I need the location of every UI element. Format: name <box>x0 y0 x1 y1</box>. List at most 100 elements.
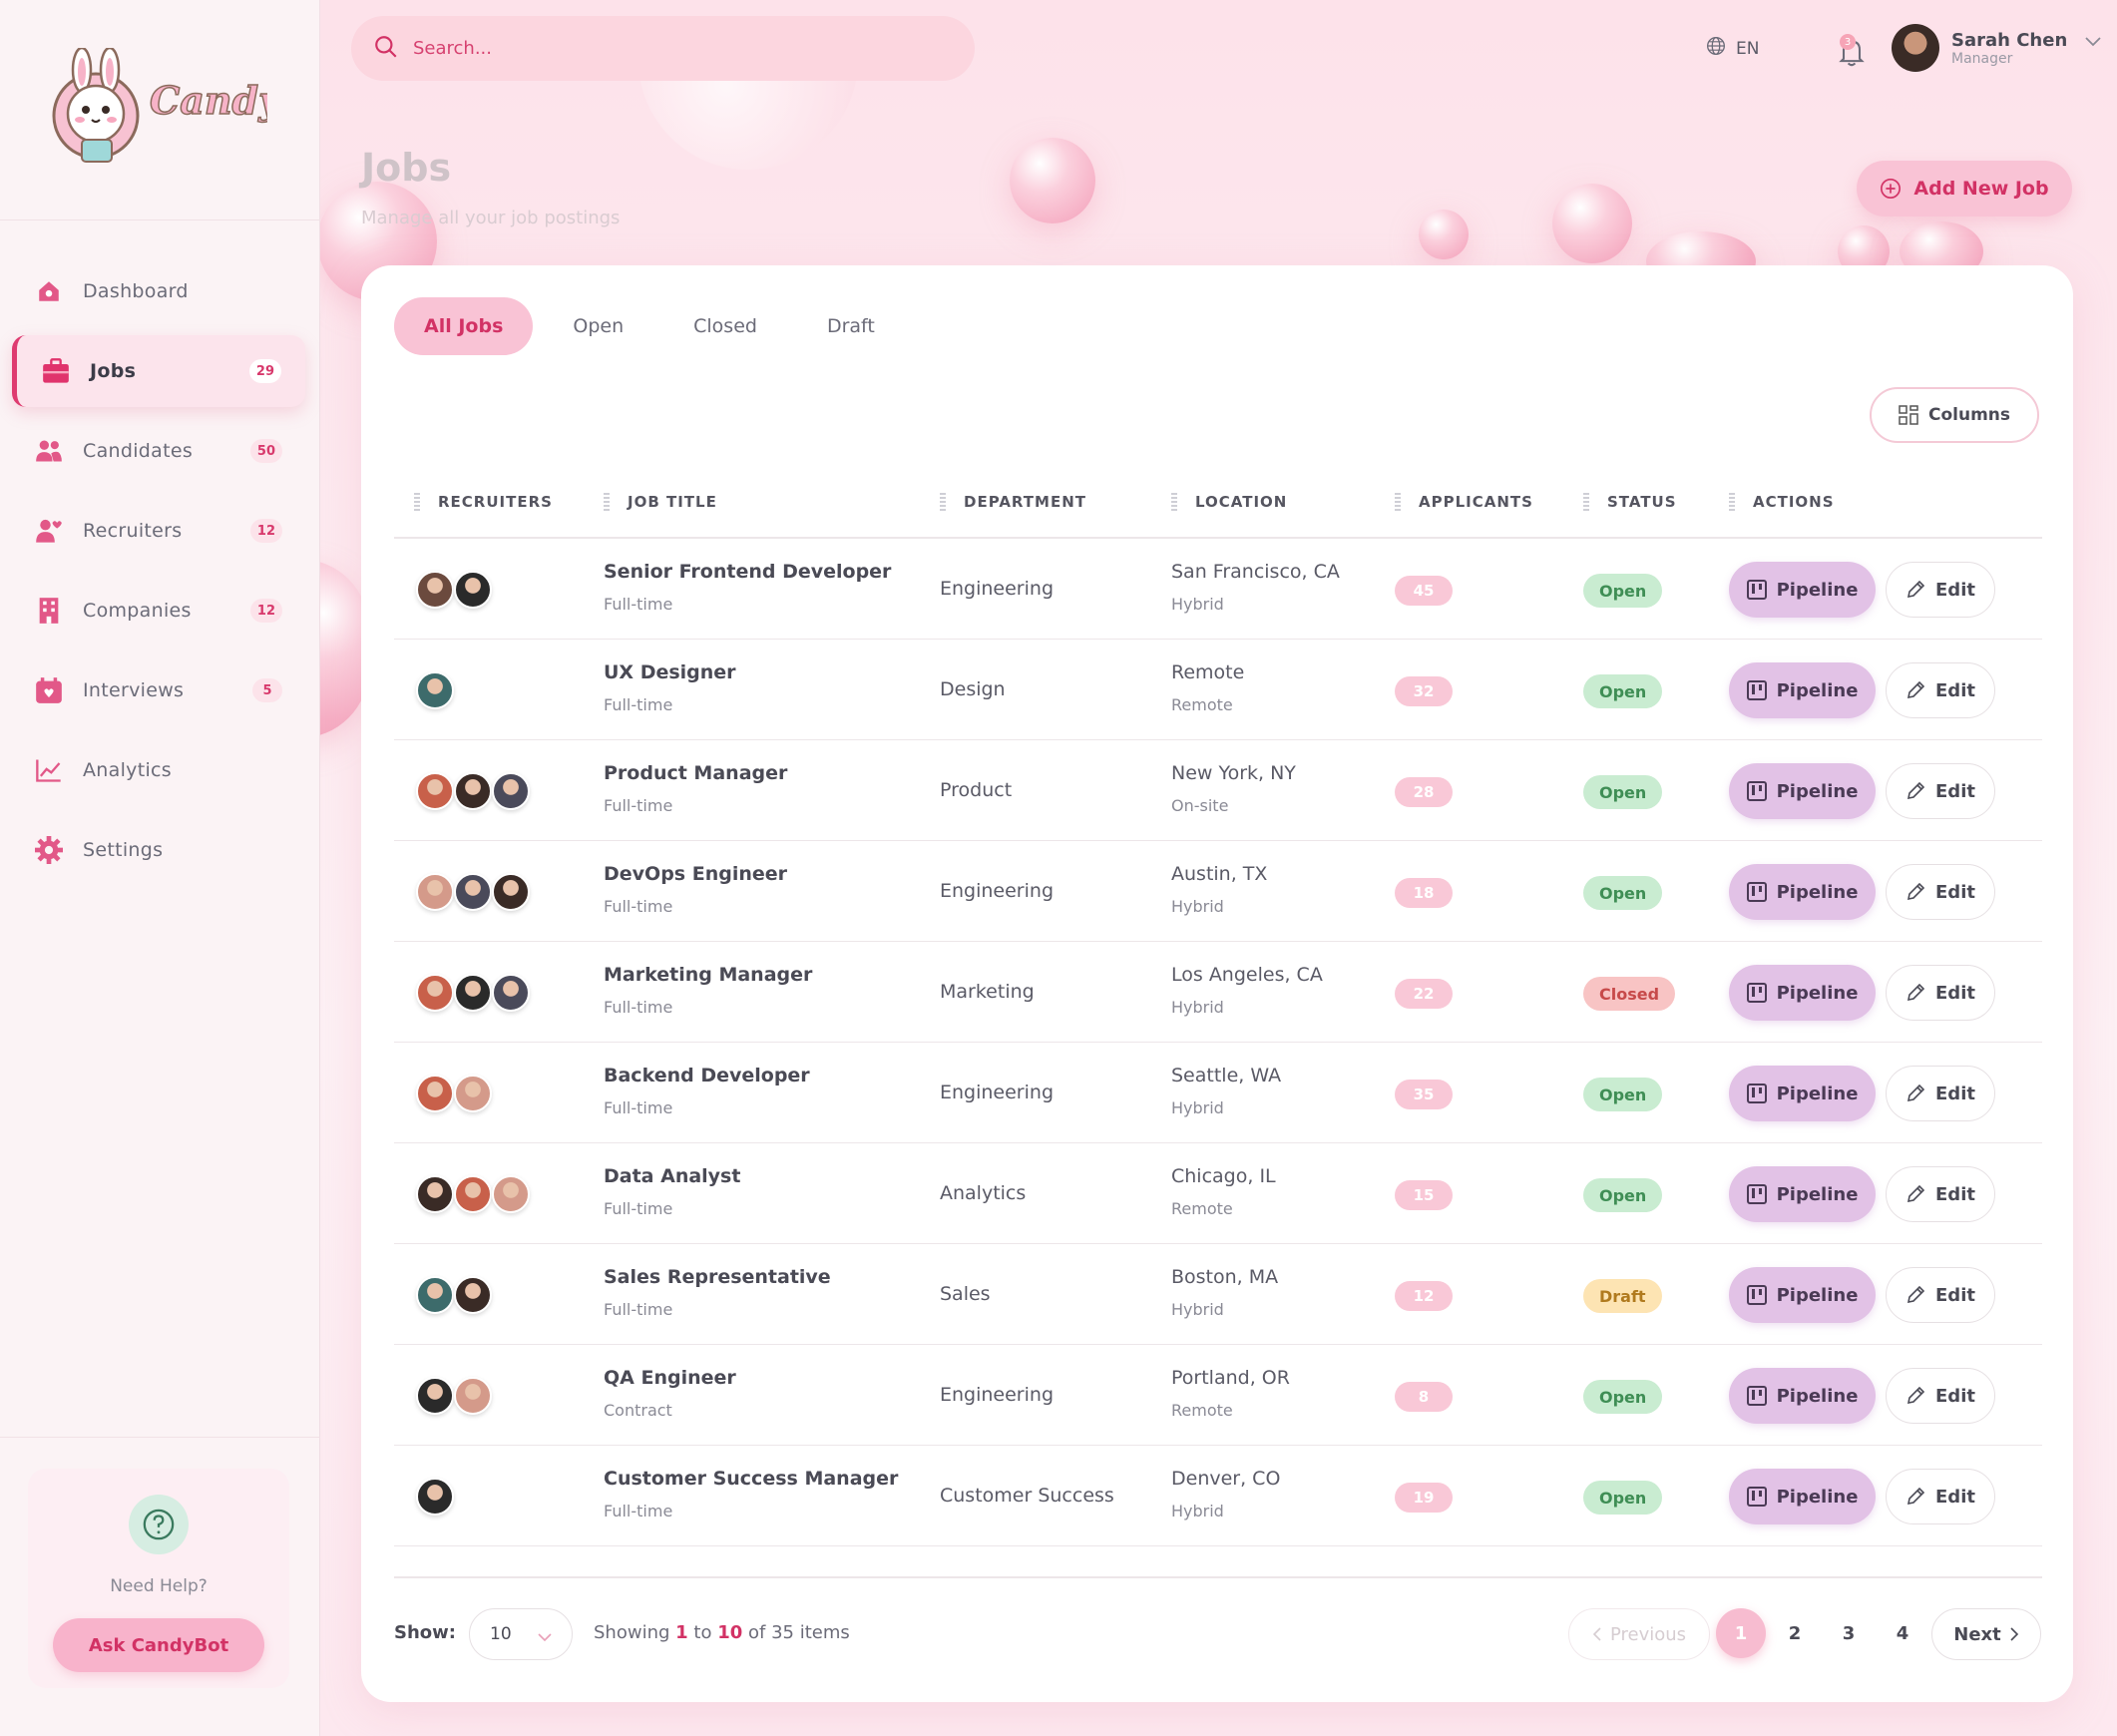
drag-handle-icon[interactable] <box>604 493 610 511</box>
table-row[interactable]: Sales Representative Full-time Sales Bos… <box>394 1244 2042 1345</box>
edit-button[interactable]: Edit <box>1886 662 1995 718</box>
table-row[interactable]: Data Analyst Full-time Analytics Chicago… <box>394 1143 2042 1244</box>
page-size-select[interactable]: 10 <box>469 1608 573 1660</box>
table-row[interactable]: DevOps Engineer Full-time Engineering Au… <box>394 841 2042 942</box>
edit-button[interactable]: Edit <box>1886 1166 1995 1222</box>
job-title[interactable]: Product Manager <box>604 762 787 784</box>
avatar[interactable] <box>454 772 492 810</box>
sidebar-item-settings[interactable]: Settings <box>0 814 320 886</box>
table-row[interactable]: Product Manager Full-time Product New Yo… <box>394 740 2042 841</box>
avatar[interactable] <box>416 873 454 911</box>
pipeline-button[interactable]: Pipeline <box>1729 1267 1876 1323</box>
table-row[interactable]: Senior Frontend Developer Full-time Engi… <box>394 539 2042 640</box>
search-bar[interactable] <box>351 16 975 81</box>
page-button-1[interactable]: 1 <box>1716 1608 1766 1658</box>
tab-closed[interactable]: Closed <box>663 297 787 355</box>
language-selector[interactable]: EN <box>1706 36 1759 61</box>
job-title[interactable]: Marketing Manager <box>604 964 812 986</box>
avatar[interactable] <box>416 974 454 1012</box>
tab-draft[interactable]: Draft <box>797 297 905 355</box>
job-title[interactable]: DevOps Engineer <box>604 863 787 885</box>
job-title[interactable]: UX Designer <box>604 661 736 683</box>
avatar[interactable] <box>492 974 530 1012</box>
avatar[interactable] <box>416 1175 454 1213</box>
pipeline-button[interactable]: Pipeline <box>1729 965 1876 1021</box>
tab-open[interactable]: Open <box>543 297 653 355</box>
avatar[interactable] <box>492 1175 530 1213</box>
page-button-4[interactable]: 4 <box>1878 1608 1927 1658</box>
pipeline-button[interactable]: Pipeline <box>1729 864 1876 920</box>
ask-candybot-button[interactable]: Ask CandyBot <box>53 1618 264 1672</box>
search-input[interactable] <box>413 38 912 59</box>
drag-handle-icon[interactable] <box>940 493 946 511</box>
column-header-location[interactable]: LOCATION <box>1171 493 1287 511</box>
column-header-department[interactable]: DEPARTMENT <box>940 493 1086 511</box>
edit-button[interactable]: Edit <box>1886 1469 1995 1524</box>
drag-handle-icon[interactable] <box>1729 493 1735 511</box>
candy-hire-logo[interactable]: Candy Hire <box>46 48 267 174</box>
sidebar-item-dashboard[interactable]: Dashboard <box>0 255 320 327</box>
avatar[interactable] <box>454 974 492 1012</box>
pipeline-button[interactable]: Pipeline <box>1729 562 1876 618</box>
pipeline-button[interactable]: Pipeline <box>1729 662 1876 718</box>
drag-handle-icon[interactable] <box>1171 493 1177 511</box>
column-header-status[interactable]: STATUS <box>1583 493 1677 511</box>
avatar[interactable] <box>492 772 530 810</box>
edit-button[interactable]: Edit <box>1886 763 1995 819</box>
column-header-recruiters[interactable]: RECRUITERS <box>414 493 553 511</box>
avatar[interactable] <box>416 772 454 810</box>
table-row[interactable]: Backend Developer Full-time Engineering … <box>394 1043 2042 1143</box>
table-row[interactable]: UX Designer Full-time Design Remote Remo… <box>394 640 2042 740</box>
avatar[interactable] <box>492 873 530 911</box>
tab-all-jobs[interactable]: All Jobs <box>394 297 534 355</box>
column-header-job-title[interactable]: JOB TITLE <box>604 493 717 511</box>
avatar[interactable] <box>454 1276 492 1314</box>
sidebar-item-analytics[interactable]: Analytics <box>0 734 320 806</box>
table-row[interactable]: Customer Success Manager Full-time Custo… <box>394 1446 2042 1546</box>
drag-handle-icon[interactable] <box>1583 493 1589 511</box>
sidebar-item-jobs[interactable]: Jobs 29 <box>12 335 305 407</box>
job-title[interactable]: Sales Representative <box>604 1266 831 1288</box>
edit-button[interactable]: Edit <box>1886 1066 1995 1121</box>
sidebar-item-candidates[interactable]: Candidates 50 <box>0 415 320 487</box>
previous-page-button[interactable]: Previous <box>1568 1608 1710 1660</box>
next-page-button[interactable]: Next <box>1931 1608 2041 1660</box>
edit-button[interactable]: Edit <box>1886 965 1995 1021</box>
drag-handle-icon[interactable] <box>1395 493 1401 511</box>
avatar[interactable] <box>454 1175 492 1213</box>
pipeline-button[interactable]: Pipeline <box>1729 1368 1876 1424</box>
add-new-job-button[interactable]: Add New Job <box>1857 161 2072 217</box>
avatar[interactable] <box>416 1377 454 1415</box>
drag-handle-icon[interactable] <box>414 493 420 511</box>
user-menu[interactable]: Sarah Chen Manager <box>1892 24 2101 72</box>
avatar[interactable] <box>416 1276 454 1314</box>
edit-button[interactable]: Edit <box>1886 562 1995 618</box>
edit-button[interactable]: Edit <box>1886 1267 1995 1323</box>
edit-button[interactable]: Edit <box>1886 1368 1995 1424</box>
pipeline-button[interactable]: Pipeline <box>1729 763 1876 819</box>
pipeline-button[interactable]: Pipeline <box>1729 1166 1876 1222</box>
columns-button[interactable]: Columns <box>1870 387 2039 443</box>
page-button-2[interactable]: 2 <box>1770 1608 1820 1658</box>
sidebar-item-recruiters[interactable]: Recruiters 12 <box>0 495 320 567</box>
column-header-applicants[interactable]: APPLICANTS <box>1395 493 1533 511</box>
job-title[interactable]: Senior Frontend Developer <box>604 561 891 583</box>
avatar[interactable] <box>416 1478 454 1516</box>
table-row[interactable]: QA Engineer Contract Engineering Portlan… <box>394 1345 2042 1446</box>
avatar[interactable] <box>416 1075 454 1112</box>
job-title[interactable]: QA Engineer <box>604 1367 736 1389</box>
table-row[interactable]: Marketing Manager Full-time Marketing Lo… <box>394 942 2042 1043</box>
notifications-button[interactable]: 3 <box>1838 34 1866 72</box>
sidebar-item-interviews[interactable]: Interviews 5 <box>0 654 320 726</box>
pipeline-button[interactable]: Pipeline <box>1729 1066 1876 1121</box>
job-title[interactable]: Data Analyst <box>604 1165 740 1187</box>
avatar[interactable] <box>454 873 492 911</box>
edit-button[interactable]: Edit <box>1886 864 1995 920</box>
column-header-actions[interactable]: ACTIONS <box>1729 493 1835 511</box>
avatar[interactable] <box>416 671 454 709</box>
job-title[interactable]: Backend Developer <box>604 1065 810 1086</box>
page-button-3[interactable]: 3 <box>1824 1608 1874 1658</box>
avatar[interactable] <box>454 1075 492 1112</box>
sidebar-item-companies[interactable]: Companies 12 <box>0 575 320 647</box>
pipeline-button[interactable]: Pipeline <box>1729 1469 1876 1524</box>
